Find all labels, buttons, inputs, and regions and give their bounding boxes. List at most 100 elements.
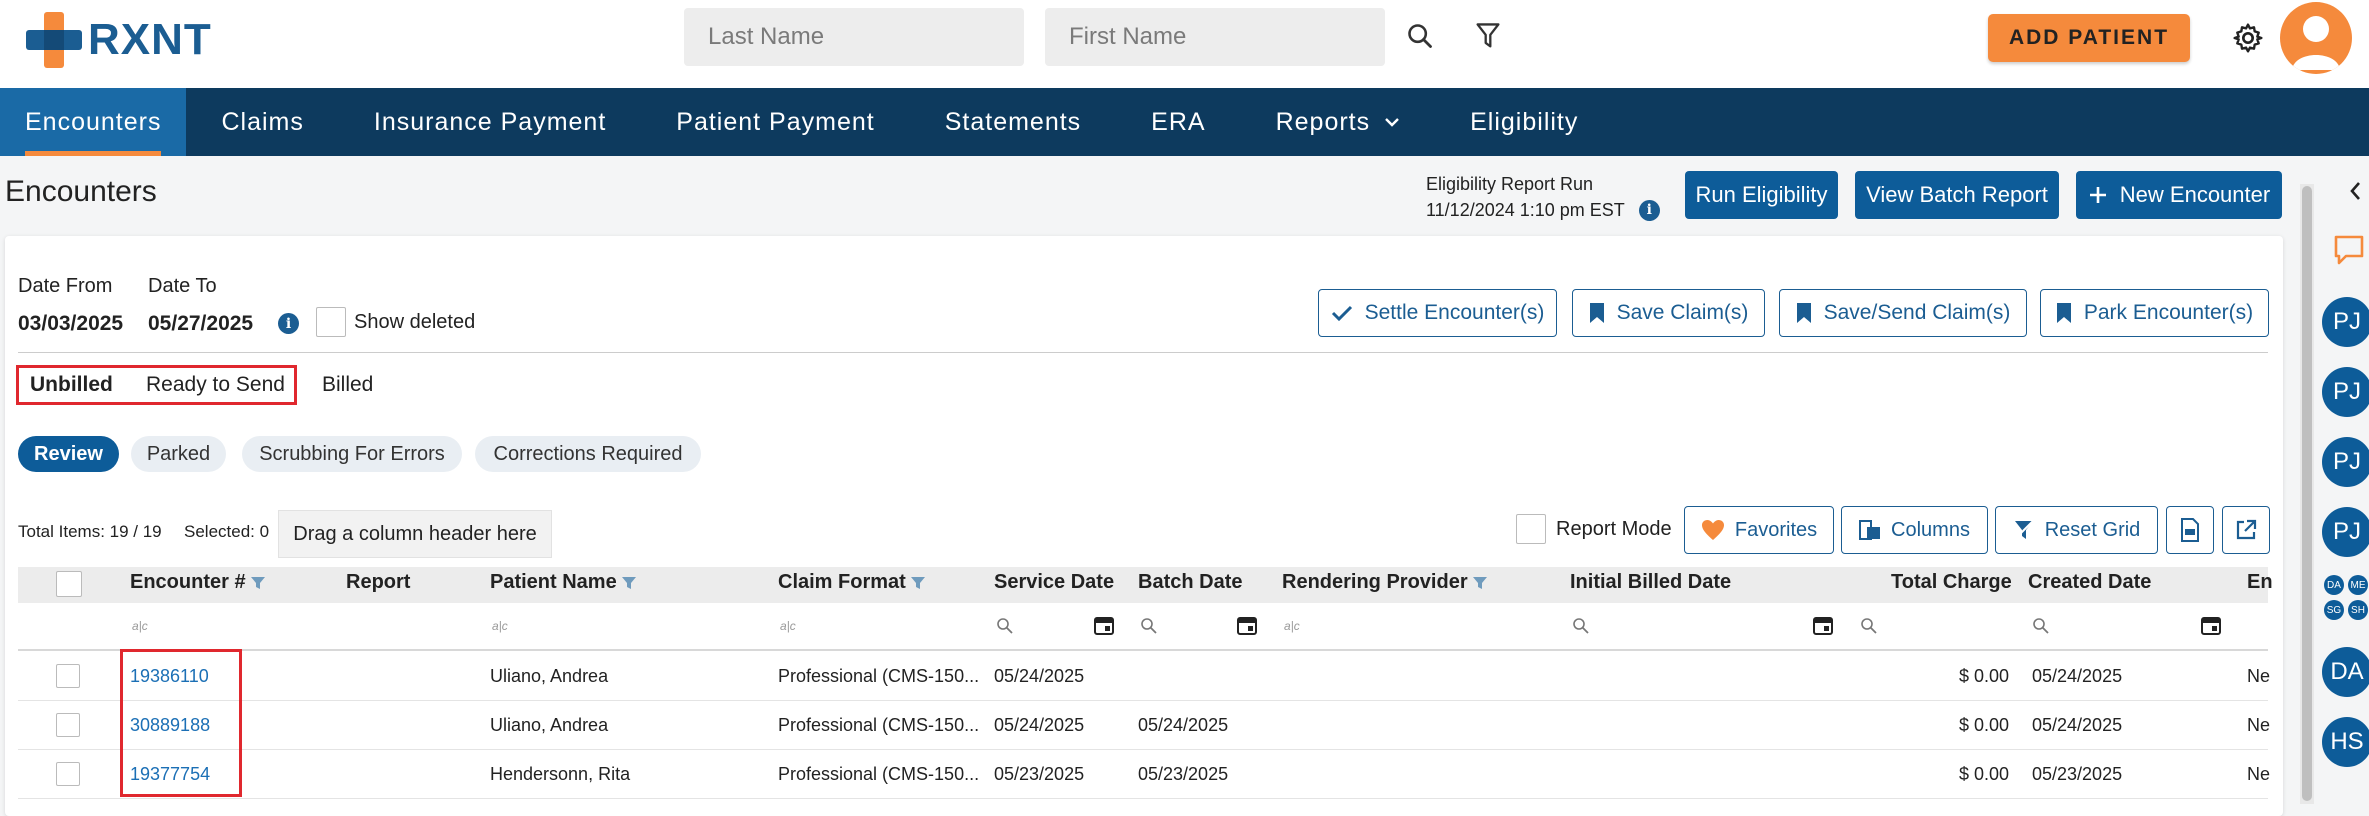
row-checkbox[interactable] bbox=[56, 664, 80, 688]
calendar-icon[interactable] bbox=[1237, 615, 1257, 635]
calendar-icon[interactable] bbox=[2201, 615, 2221, 635]
save-send-label: Save/Send Claim(s) bbox=[1823, 301, 2011, 324]
rail-avatar[interactable]: PJ bbox=[2322, 437, 2369, 487]
nav-encounters[interactable]: Encounters bbox=[0, 88, 187, 156]
col-encounter[interactable]: Encounter # bbox=[130, 571, 266, 594]
save-claims-button[interactable]: Save Claim(s) bbox=[1572, 289, 1765, 337]
nav-insurance-payment[interactable]: Insurance Payment bbox=[339, 88, 641, 156]
favorites-button[interactable]: Favorites bbox=[1684, 506, 1834, 554]
col-created-date[interactable]: Created Date bbox=[2028, 571, 2151, 594]
text-filter-icon[interactable]: a|c bbox=[132, 619, 148, 633]
rail-mini-avatar[interactable]: DA bbox=[2324, 575, 2344, 595]
search-filter-icon[interactable] bbox=[2032, 617, 2050, 635]
new-encounter-button[interactable]: New Encounter bbox=[2076, 171, 2282, 219]
table-row[interactable]: 30889188 Uliano, Andrea Professional (CM… bbox=[18, 701, 2270, 750]
rail-avatar[interactable]: HS bbox=[2322, 717, 2369, 767]
search-filter-icon[interactable] bbox=[996, 617, 1014, 635]
rail-mini-avatar[interactable]: ME bbox=[2348, 575, 2368, 595]
last-name-input[interactable] bbox=[684, 8, 1024, 66]
col-en[interactable]: En bbox=[2247, 571, 2273, 594]
tab-unbilled[interactable]: Unbilled bbox=[30, 373, 113, 397]
column-filter-icon[interactable] bbox=[621, 575, 637, 591]
chevron-left-icon[interactable] bbox=[2348, 180, 2362, 202]
nav-patient-payment[interactable]: Patient Payment bbox=[641, 88, 909, 156]
report-mode-checkbox[interactable] bbox=[1516, 514, 1546, 544]
info-icon[interactable]: i bbox=[1638, 199, 1660, 221]
search-filter-icon[interactable] bbox=[1860, 617, 1878, 635]
reset-grid-button[interactable]: Reset Grid bbox=[1995, 506, 2158, 554]
col-total-charge[interactable]: Total Charge bbox=[1891, 571, 2012, 594]
logo-text: RXNT bbox=[88, 15, 212, 64]
row-checkbox[interactable] bbox=[56, 762, 80, 786]
pdf-icon bbox=[2181, 518, 2199, 542]
rail-mini-avatar[interactable]: SH bbox=[2348, 600, 2368, 620]
nav-eligibility[interactable]: Eligibility bbox=[1435, 88, 1613, 156]
gear-icon[interactable] bbox=[2226, 16, 2270, 60]
table-row[interactable]: 19377754 Hendersonn, Rita Professional (… bbox=[18, 750, 2270, 799]
patient-name: Hendersonn, Rita bbox=[490, 764, 631, 784]
column-filter-icon[interactable] bbox=[1472, 575, 1488, 591]
tab-ready-to-send[interactable]: Ready to Send bbox=[146, 373, 285, 397]
add-patient-button[interactable]: ADD PATIENT bbox=[1988, 14, 2190, 62]
nav-claims[interactable]: Claims bbox=[186, 88, 338, 156]
nav-statements[interactable]: Statements bbox=[910, 88, 1116, 156]
text-filter-icon[interactable]: a|c bbox=[780, 619, 796, 633]
col-report[interactable]: Report bbox=[346, 571, 410, 594]
group-drop-zone[interactable]: Drag a column header here bbox=[278, 510, 552, 558]
row-checkbox[interactable] bbox=[56, 713, 80, 737]
settle-encounters-button[interactable]: Settle Encounter(s) bbox=[1318, 289, 1557, 337]
col-batch-date[interactable]: Batch Date bbox=[1138, 571, 1242, 594]
date-from-value[interactable]: 03/03/2025 bbox=[18, 312, 123, 336]
columns-button[interactable]: Columns bbox=[1841, 506, 1988, 554]
rail-avatar[interactable]: PJ bbox=[2322, 507, 2369, 557]
tab-billed[interactable]: Billed bbox=[322, 373, 373, 397]
search-filter-icon[interactable] bbox=[1140, 617, 1158, 635]
pill-parked[interactable]: Parked bbox=[131, 436, 226, 472]
bookmark-icon bbox=[2056, 303, 2071, 323]
rail-avatar[interactable]: PJ bbox=[2322, 297, 2369, 347]
rail-avatar[interactable]: DA bbox=[2322, 647, 2369, 697]
pill-review[interactable]: Review bbox=[18, 436, 119, 472]
date-info-icon[interactable]: i bbox=[278, 313, 299, 334]
calendar-icon[interactable] bbox=[1094, 615, 1114, 635]
nav-era[interactable]: ERA bbox=[1116, 88, 1240, 156]
show-deleted-checkbox[interactable] bbox=[316, 307, 346, 337]
text-filter-icon[interactable]: a|c bbox=[1284, 619, 1300, 633]
column-filter-icon[interactable] bbox=[910, 575, 926, 591]
user-avatar[interactable] bbox=[2280, 2, 2352, 74]
text-filter-icon[interactable]: a|c bbox=[492, 619, 508, 633]
col-service-date[interactable]: Service Date bbox=[994, 571, 1114, 594]
col-rendering-provider[interactable]: Rendering Provider bbox=[1282, 571, 1488, 594]
view-batch-report-button[interactable]: View Batch Report bbox=[1855, 171, 2059, 219]
scrollbar-thumb[interactable] bbox=[2302, 186, 2312, 801]
pill-corrections-required[interactable]: Corrections Required bbox=[475, 436, 701, 472]
export-pdf-button[interactable] bbox=[2166, 506, 2214, 554]
calendar-icon[interactable] bbox=[1813, 615, 1833, 635]
col-patient-name[interactable]: Patient Name bbox=[490, 571, 637, 594]
rail-mini-avatar[interactable]: SG bbox=[2324, 600, 2344, 620]
rxnt-logo[interactable]: RXNT bbox=[26, 12, 212, 68]
rail-avatar[interactable]: PJ bbox=[2322, 367, 2369, 417]
col-claim-format[interactable]: Claim Format bbox=[778, 571, 926, 594]
search-filter-icon[interactable] bbox=[1572, 617, 1590, 635]
created-date: 05/24/2025 bbox=[2032, 666, 2123, 686]
service-date: 05/24/2025 bbox=[994, 715, 1085, 735]
filter-icon[interactable] bbox=[1468, 16, 1508, 56]
pill-scrubbing-for-errors[interactable]: Scrubbing For Errors bbox=[242, 436, 462, 472]
run-eligibility-button[interactable]: Run Eligibility bbox=[1685, 171, 1838, 219]
bookmark-icon bbox=[1589, 303, 1604, 323]
search-icon[interactable] bbox=[1400, 16, 1440, 56]
park-encounters-button[interactable]: Park Encounter(s) bbox=[2040, 289, 2269, 337]
export-button[interactable] bbox=[2222, 506, 2270, 554]
save-send-claims-button[interactable]: Save/Send Claim(s) bbox=[1779, 289, 2027, 337]
date-to-label: Date To bbox=[148, 275, 217, 297]
first-name-input[interactable] bbox=[1045, 8, 1385, 66]
col-initial-billed-date[interactable]: Initial Billed Date bbox=[1570, 571, 1731, 594]
nav-reports[interactable]: Reports bbox=[1241, 88, 1436, 156]
select-all-checkbox[interactable] bbox=[56, 571, 82, 597]
date-to-value[interactable]: 05/27/2025 bbox=[148, 312, 253, 336]
column-filter-icon[interactable] bbox=[250, 575, 266, 591]
chat-icon[interactable] bbox=[2332, 234, 2366, 266]
settle-label: Settle Encounter(s) bbox=[1364, 301, 1545, 324]
table-row[interactable]: 19386110 Uliano, Andrea Professional (CM… bbox=[18, 652, 2270, 701]
